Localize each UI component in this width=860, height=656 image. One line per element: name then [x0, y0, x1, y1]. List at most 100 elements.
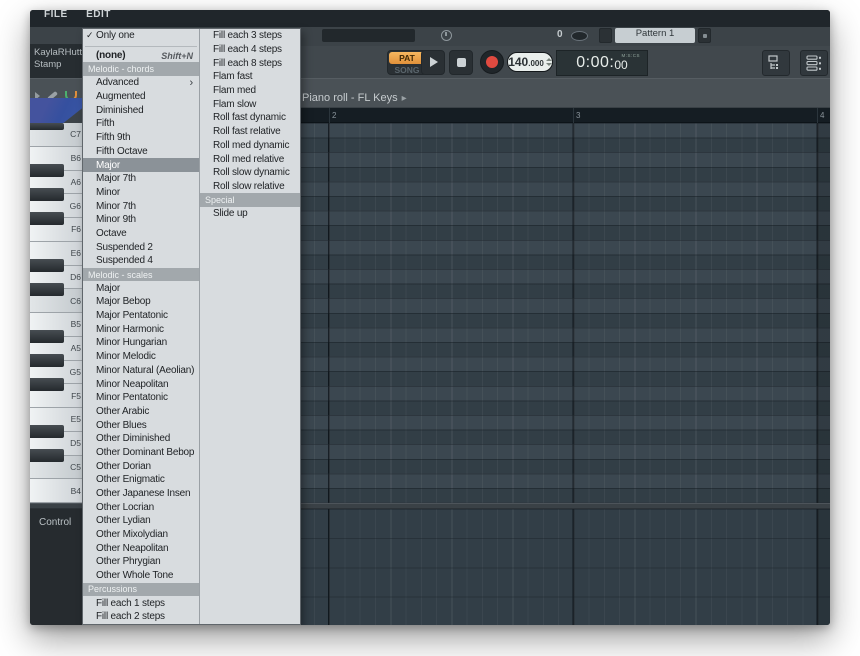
- menu-item-roll-med-dynamic[interactable]: Roll med dynamic: [200, 139, 300, 153]
- menu-edit[interactable]: EDIT: [86, 10, 111, 20]
- menu-item-fifth[interactable]: Fifth: [83, 117, 199, 131]
- menu-item-other-diminished[interactable]: Other Diminished: [83, 432, 199, 446]
- menu-item-fill-each-8-steps[interactable]: Fill each 8 steps: [200, 56, 300, 70]
- menu-item-major-bebop[interactable]: Major Bebop: [83, 295, 199, 309]
- time-frac: 00: [614, 58, 627, 72]
- menu-item-minor-9th[interactable]: Minor 9th: [83, 213, 199, 227]
- piano-key-black[interactable]: [30, 378, 64, 391]
- menu-item-major-7th[interactable]: Major 7th: [83, 172, 199, 186]
- menu-item-other-neapolitan[interactable]: Other Neapolitan: [83, 541, 199, 555]
- menu-item-advanced[interactable]: Advanced›: [83, 76, 199, 90]
- piano-roll-corner-panel[interactable]: [30, 98, 84, 123]
- menu-item-minor-hungarian[interactable]: Minor Hungarian: [83, 336, 199, 350]
- menu-item-slide-up[interactable]: Slide up: [200, 207, 300, 221]
- menu-item-fill-each-2-steps[interactable]: Fill each 2 steps: [83, 610, 199, 624]
- menu-item-diminished[interactable]: Diminished: [83, 103, 199, 117]
- record-button[interactable]: [480, 50, 504, 74]
- menu-item-label: Octave: [96, 228, 126, 239]
- menu-item-fill-each-4-steps[interactable]: Fill each 4 steps: [200, 43, 300, 57]
- menu-item-minor-harmonic[interactable]: Minor Harmonic: [83, 322, 199, 336]
- piano-key-black[interactable]: [30, 164, 64, 177]
- menu-item-roll-fast-relative[interactable]: Roll fast relative: [200, 125, 300, 139]
- piano-key-black[interactable]: [30, 212, 64, 225]
- piano-key-black[interactable]: [30, 188, 64, 201]
- menu-item-only-one[interactable]: ✓Only one: [83, 29, 199, 43]
- oval-indicator-icon[interactable]: [571, 31, 588, 41]
- menu-item-other-dominant-bebop[interactable]: Other Dominant Bebop: [83, 446, 199, 460]
- pattern-selector[interactable]: Pattern 1: [615, 28, 695, 43]
- track-stack-button[interactable]: [800, 50, 828, 76]
- menu-item-label: Other Japanese Insen: [96, 488, 190, 499]
- piano-key-black[interactable]: [30, 425, 64, 438]
- stamp-menu-column-1: ✓Only one(none)Shift+NMelodic - chordsAd…: [83, 29, 199, 624]
- piano-key-label: B5: [71, 319, 81, 329]
- menu-item-suspended-2[interactable]: Suspended 2: [83, 240, 199, 254]
- time-main: 0:00:: [576, 54, 614, 72]
- menu-item-fill-each-3-steps[interactable]: Fill each 3 steps: [200, 29, 300, 43]
- bar-number-2: 2: [332, 111, 336, 120]
- menu-item-other-blues[interactable]: Other Blues: [83, 418, 199, 432]
- menu-item-label: Minor Melodic: [96, 351, 156, 362]
- piano-key-black[interactable]: [30, 354, 64, 367]
- menu-item-label: Minor Harmonic: [96, 324, 164, 335]
- time-display[interactable]: M:S:CS 0:00:00: [556, 50, 648, 76]
- menu-item-roll-fast-dynamic[interactable]: Roll fast dynamic: [200, 111, 300, 125]
- piano-key-label: D5: [70, 438, 81, 448]
- play-button[interactable]: [421, 50, 445, 75]
- stop-button[interactable]: [449, 50, 473, 75]
- menu-item-other-phrygian[interactable]: Other Phrygian: [83, 555, 199, 569]
- browser-tree-button[interactable]: [762, 50, 790, 76]
- clock-icon[interactable]: [441, 30, 452, 41]
- piano-key-b4[interactable]: B4: [30, 479, 84, 503]
- menu-item-flam-slow[interactable]: Flam slow: [200, 97, 300, 111]
- menu-item-other-locrian[interactable]: Other Locrian: [83, 500, 199, 514]
- menu-item-major[interactable]: Major: [83, 158, 199, 172]
- menu-item-fifth-9th[interactable]: Fifth 9th: [83, 131, 199, 145]
- piano-key-black[interactable]: [30, 283, 64, 296]
- menu-item-other-dorian[interactable]: Other Dorian: [83, 459, 199, 473]
- piano-key-black[interactable]: [30, 330, 64, 343]
- pattern-prev-button[interactable]: [599, 28, 612, 43]
- menu-item-minor-melodic[interactable]: Minor Melodic: [83, 350, 199, 364]
- pat-mode-button[interactable]: PAT: [389, 52, 425, 64]
- menu-item-other-arabic[interactable]: Other Arabic: [83, 405, 199, 419]
- menu-item-roll-slow-relative[interactable]: Roll slow relative: [200, 180, 300, 194]
- menu-item-octave[interactable]: Octave: [83, 227, 199, 241]
- piano-key-label: D6: [70, 272, 81, 282]
- menu-item-none[interactable]: (none)Shift+N: [83, 49, 199, 63]
- menu-item-fill-each-1-steps[interactable]: Fill each 1 steps: [83, 596, 199, 610]
- menu-item-other-whole-tone[interactable]: Other Whole Tone: [83, 569, 199, 583]
- menu-item-suspended-4[interactable]: Suspended 4: [83, 254, 199, 268]
- menu-item-major-pentatonic[interactable]: Major Pentatonic: [83, 309, 199, 323]
- menu-item-minor-pentatonic[interactable]: Minor Pentatonic: [83, 391, 199, 405]
- menu-item-label: Minor 7th: [96, 201, 136, 212]
- control-lane-label-panel[interactable]: Control: [30, 509, 84, 625]
- page-background: { "menubar": {"items": ["FILE", "EDIT"]}…: [0, 0, 860, 656]
- menu-file[interactable]: FILE: [44, 10, 68, 20]
- menu-item-minor[interactable]: Minor: [83, 186, 199, 200]
- menu-item-flam-med[interactable]: Flam med: [200, 84, 300, 98]
- menu-item-roll-med-relative[interactable]: Roll med relative: [200, 152, 300, 166]
- menu-item-minor-neapolitan[interactable]: Minor Neapolitan: [83, 377, 199, 391]
- tempo-display[interactable]: 140.000: [507, 52, 553, 72]
- menu-item-fifth-octave[interactable]: Fifth Octave: [83, 145, 199, 159]
- menu-item-other-mixolydian[interactable]: Other Mixolydian: [83, 528, 199, 542]
- menu-item-label: Roll fast dynamic: [213, 112, 286, 123]
- menu-item-other-japanese-insen[interactable]: Other Japanese Insen: [83, 487, 199, 501]
- menu-item-augmented[interactable]: Augmented: [83, 90, 199, 104]
- title-arrow-icon[interactable]: ▸: [402, 93, 407, 104]
- menu-item-major[interactable]: Major: [83, 281, 199, 295]
- tempo-spinner[interactable]: [546, 58, 552, 66]
- piano-key-black[interactable]: [30, 259, 64, 272]
- pattern-next-button[interactable]: [698, 28, 711, 43]
- menu-item-flam-fast[interactable]: Flam fast: [200, 70, 300, 84]
- piano-key-black[interactable]: [30, 449, 64, 462]
- menu-item-label: Fill each 4 steps: [213, 44, 282, 55]
- piano-key-black[interactable]: [30, 123, 64, 130]
- menu-item-other-lydian[interactable]: Other Lydian: [83, 514, 199, 528]
- menu-item-other-enigmatic[interactable]: Other Enigmatic: [83, 473, 199, 487]
- menu-item-minor-7th[interactable]: Minor 7th: [83, 199, 199, 213]
- menu-item-roll-slow-dynamic[interactable]: Roll slow dynamic: [200, 166, 300, 180]
- menu-item-label: Major 7th: [96, 173, 136, 184]
- menu-item-minor-natural-aeolian[interactable]: Minor Natural (Aeolian): [83, 364, 199, 378]
